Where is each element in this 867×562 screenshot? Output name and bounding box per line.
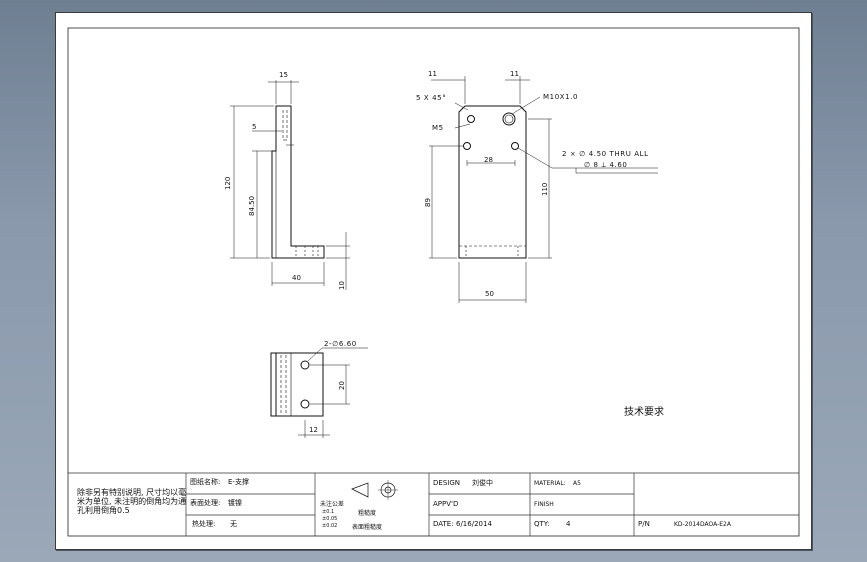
dim-base-width: 40: [292, 274, 301, 282]
bottom-hole-upper: [300, 360, 310, 370]
material-value: A5: [573, 480, 581, 487]
tapped-hole-m5: [467, 115, 475, 123]
design-value: 刘俊中: [472, 479, 493, 487]
date-value: 6/16/2014: [456, 520, 492, 528]
part-name-label: 图纸名称:: [190, 478, 221, 486]
side-view: [458, 105, 527, 259]
through-hole-left: [463, 142, 471, 150]
side-view-outline: [458, 105, 527, 259]
tolerance-value-3: ±0.02: [322, 523, 338, 529]
date-label: DATE:: [433, 520, 454, 528]
dim-left-height: 89: [424, 198, 432, 207]
part-name-value: E-支撑: [228, 478, 249, 486]
roughness-label: 粗糙度: [358, 510, 377, 517]
qty-value: 4: [566, 520, 571, 528]
dim-bottom-spacing: 20: [338, 381, 346, 390]
dim-inner-height: 84.50: [248, 196, 256, 216]
engineering-drawing: 15 5 120 84.50 40 10 11 11 5 X 45° M10X1…: [67, 27, 800, 537]
dim-right-height: 110: [541, 183, 549, 196]
projection-symbol-icon: [351, 480, 398, 500]
chamfer-callout: 5 X 45°: [416, 94, 446, 102]
sheet-inner-border: [67, 27, 800, 537]
through-hole-right: [511, 142, 519, 150]
dim-step: 5: [252, 123, 256, 131]
dim-base-thickness: 10: [338, 281, 346, 290]
surface-treatment-value: 镀镍: [228, 499, 242, 507]
surface-treatment-label: 表面处理:: [190, 499, 221, 507]
tap-m5-callout: M5: [432, 124, 444, 132]
dim-left-offset: 11: [428, 70, 437, 78]
pn-value: KD-2014DAOA-E2A: [674, 521, 731, 528]
pn-label: P/N: [638, 520, 650, 528]
dim-height: 120: [224, 177, 232, 190]
bottom-hole-callout: 2-∅6.60: [324, 340, 357, 348]
bottom-view-dimensions: [298, 347, 368, 438]
design-label: DESIGN: [433, 479, 460, 487]
heat-treatment-label: 热处理:: [192, 520, 216, 528]
material-label: MATERIAL:: [534, 480, 566, 487]
qty-label: QTY:: [534, 520, 550, 528]
front-view: [271, 105, 325, 259]
finish-label: FINISH: [534, 501, 554, 508]
bottom-view: [270, 352, 324, 417]
technical-requirements: 技术要求: [624, 405, 664, 418]
dim-right-offset: 11: [510, 70, 519, 78]
bottom-view-outline: [270, 352, 324, 417]
dim-top-width: 15: [279, 71, 288, 79]
tap-m10-callout: M10X1.0: [543, 93, 578, 101]
front-view-outline: [271, 105, 325, 259]
dim-width: 50: [485, 290, 494, 298]
approved-label: APPV'D: [433, 500, 459, 508]
dim-bottom-offset: 12: [309, 426, 318, 434]
hole-callout-thru: 2 × ∅ 4.50 THRU ALL: [562, 150, 649, 158]
hole-callout-counterbore: ∅ 8 ⟂ 4.60: [584, 161, 627, 169]
dim-hole-spacing: 28: [484, 156, 493, 164]
general-note: 除非另有特别说明, 尺寸均以毫米为单位, 未注明的倒角均为通孔利用倒角0.5: [77, 488, 187, 515]
bottom-hole-lower: [300, 399, 310, 409]
roughness-note: 表面粗糙度: [352, 524, 383, 531]
heat-treatment-value: 无: [230, 520, 237, 528]
